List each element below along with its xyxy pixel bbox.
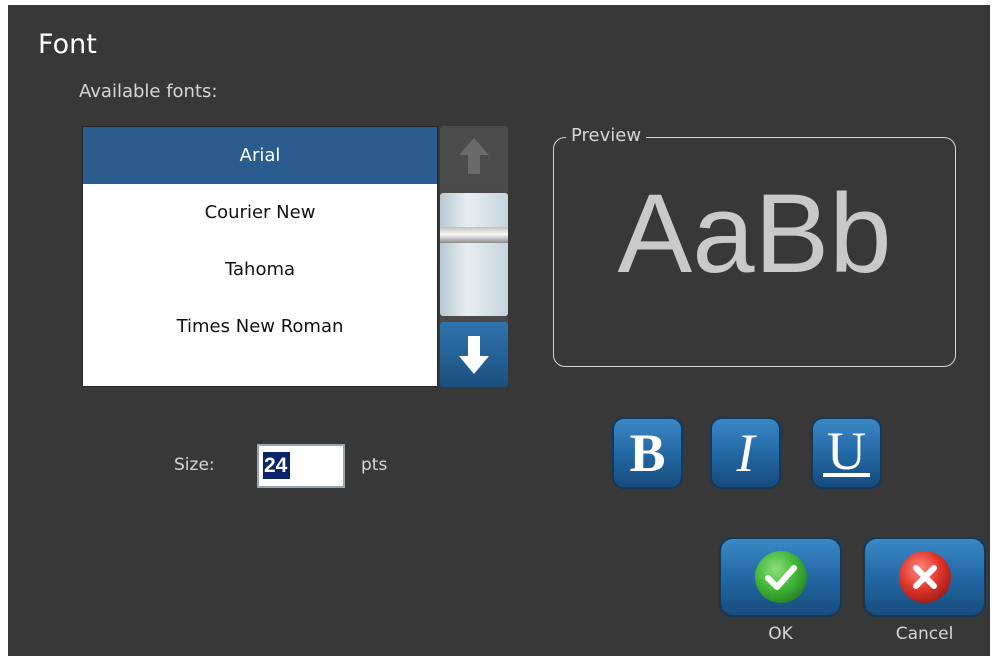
font-dialog: Font Available fonts: Arial Courier New … [8, 5, 990, 656]
size-unit-label: pts [361, 455, 388, 475]
cancel-label: Cancel [895, 624, 954, 644]
arrow-down-icon [459, 335, 489, 374]
ok-button[interactable] [719, 537, 842, 617]
check-icon [754, 551, 807, 603]
font-list-item-tahoma[interactable]: Tahoma [83, 241, 437, 298]
preview-legend: Preview [566, 125, 647, 146]
font-list-item-arial[interactable]: Arial [83, 127, 437, 184]
close-icon [898, 551, 951, 603]
italic-button[interactable]: I [710, 417, 781, 489]
underline-button[interactable]: U [811, 417, 882, 489]
italic-icon: I [736, 423, 755, 483]
bold-icon: B [629, 423, 666, 483]
font-list-item-courier-new[interactable]: Courier New [83, 184, 437, 241]
cancel-button[interactable] [863, 537, 986, 617]
font-list-scrollbar[interactable] [440, 126, 508, 387]
ok-label: OK [768, 624, 793, 644]
preview-sample-text: AaBb [617, 171, 892, 296]
dialog-title: Font [38, 29, 97, 60]
scroll-thumb-grip [440, 227, 508, 243]
size-value: 24 [263, 452, 291, 479]
underline-icon: U [823, 424, 870, 478]
available-fonts-label: Available fonts: [79, 81, 218, 102]
font-list-item-times-new-roman[interactable]: Times New Roman [83, 298, 437, 355]
scroll-down-button[interactable] [440, 322, 508, 387]
preview-box: Preview AaBb [553, 125, 956, 367]
scroll-thumb[interactable] [440, 193, 508, 316]
size-input[interactable]: 24 [257, 444, 345, 488]
font-list[interactable]: Arial Courier New Tahoma Times New Roman [82, 126, 438, 387]
bold-button[interactable]: B [612, 417, 683, 489]
arrow-up-icon [459, 138, 489, 174]
scroll-up-button[interactable] [440, 126, 508, 186]
size-label: Size: [174, 455, 215, 475]
